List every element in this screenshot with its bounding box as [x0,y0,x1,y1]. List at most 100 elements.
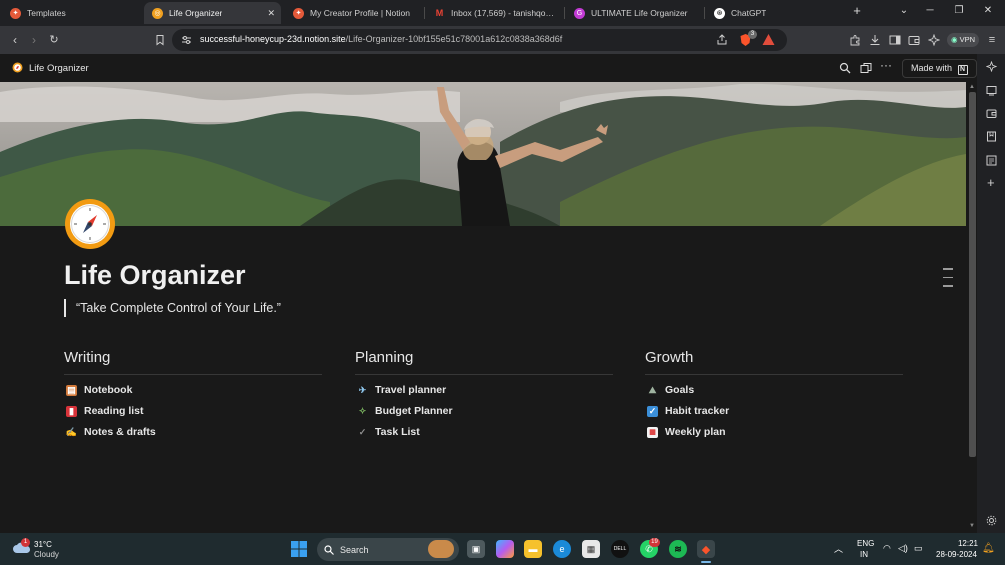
page-quote: “Take Complete Control of Your Life.” [76,301,281,315]
notification-bell-icon[interactable]: 🔔︎ [982,543,995,554]
page-cover-image [0,82,966,226]
made-with-label: Made with [911,63,953,73]
link-label: Budget Planner [375,405,453,417]
airplane-icon: ✈ [358,384,367,395]
back-button[interactable]: ‹ [8,33,22,47]
close-tab-icon[interactable]: ✕ [267,8,275,19]
scrollbar-thumb[interactable] [969,92,976,457]
link-notebook[interactable]: ▤ Notebook [66,384,132,396]
guide-icon: G [574,7,585,19]
windows-start-icon[interactable] [291,541,307,557]
restore-button[interactable]: ❐ [950,5,968,16]
link-budget-planner[interactable]: ✧ Budget Planner [357,405,453,417]
chatgpt-icon: ⊛ [714,7,725,19]
link-reading-list[interactable]: ▮ Reading list [66,405,144,417]
wifi-icon[interactable]: ◠ [883,543,891,554]
link-label: Weekly plan [665,426,726,438]
leo-ai-icon[interactable] [928,34,940,46]
site-settings-icon[interactable] [181,35,192,45]
tab-label: ChatGPT [731,8,767,18]
search-icon [324,545,334,555]
notion-templates-icon: ✦ [10,7,21,19]
reload-button[interactable]: ↻ [47,33,61,47]
wallet-icon[interactable] [908,34,920,46]
search-icon[interactable] [839,62,851,74]
money-icon: ✧ [358,405,367,416]
tab-ultimate-life-organizer[interactable]: G ULTIMATE Life Organizer [566,2,704,24]
scroll-down-arrow-icon[interactable]: ▼ [969,523,975,529]
gmail-icon: M [435,8,444,18]
dell-icon[interactable]: DELL [611,540,629,558]
vpn-label: VPN [959,35,976,44]
tab-creator-profile[interactable]: ✦ My Creator Profile | Notion [285,2,423,24]
link-goals[interactable]: ⛰ Goals [647,384,694,396]
spotify-icon[interactable]: ≋ [669,540,687,558]
column-heading-planning: Planning [355,349,414,366]
volume-icon[interactable]: ◁) [898,543,908,554]
brave-rewards-icon[interactable] [762,33,775,46]
vpn-button[interactable]: ◉ VPN [947,33,980,47]
breadcrumb-page-title[interactable]: Life Organizer [29,63,89,74]
tab-life-organizer[interactable]: ◎ Life Organizer ✕ [144,2,281,24]
extensions-icon[interactable] [849,34,861,46]
menu-icon[interactable]: ≡ [985,33,999,47]
download-icon[interactable] [869,34,881,46]
address-bar[interactable]: successful-honeycup-23d.notion.site/Life… [172,29,787,51]
more-options-icon[interactable]: ··· [880,58,892,72]
column-heading-writing: Writing [64,349,111,366]
tab-templates[interactable]: ✦ Templates [2,2,140,24]
tab-chatgpt[interactable]: ⊛ ChatGPT [706,2,838,24]
edge-icon[interactable]: e [553,540,571,558]
wallet-sidebar-icon[interactable] [986,108,997,119]
task-view-icon[interactable]: ▣ [467,540,485,558]
leo-sidebar-icon[interactable] [986,61,997,72]
link-task-list[interactable]: ✓ Task List [357,426,420,438]
link-label: Travel planner [375,384,447,396]
tab-search-chevron-icon[interactable]: ⌄ [895,5,913,16]
file-explorer-icon[interactable]: ▬ [524,540,542,558]
show-hidden-icons-chevron-icon[interactable]: ︿ [834,542,843,555]
minimize-button[interactable]: ─ [921,5,939,16]
brave-taskbar-icon[interactable]: ◆ [697,540,715,558]
close-window-button[interactable]: ✕ [979,5,997,16]
vpn-shield-icon: ◉ [951,35,958,44]
copilot-icon[interactable] [496,540,514,558]
duplicate-icon[interactable] [860,62,872,74]
link-notes-drafts[interactable]: ✍ Notes & drafts [66,426,156,438]
bookmark-icon[interactable] [154,34,166,46]
reading-list-icon[interactable] [986,85,997,96]
link-habit-tracker[interactable]: ✓ Habit tracker [647,405,729,417]
made-with-notion-button[interactable]: Made with N [902,59,977,78]
tab-strip: ✦ Templates ◎ Life Organizer ✕ ✦ My Crea… [0,0,1005,26]
checkbox-icon: ✓ [647,405,658,417]
bookmarks-sidebar-icon[interactable] [986,131,997,142]
clock-time[interactable]: 12:21 [956,539,978,548]
column-heading-growth: Growth [645,349,694,366]
mountain-icon: ⛰ [648,384,657,395]
link-travel-planner[interactable]: ✈ Travel planner [357,384,446,396]
compass-icon[interactable] [64,198,116,250]
sidebar-settings-gear-icon[interactable] [986,515,997,526]
new-tab-button[interactable]: + [848,3,866,18]
tab-gmail[interactable]: M Inbox (17,569) - tanishqontop@ [426,2,564,24]
scroll-up-arrow-icon[interactable]: ▲ [969,84,975,90]
link-label: Habit tracker [665,405,730,417]
calendar-icon: ▦ [647,426,658,438]
language-region: IN [860,550,868,559]
browser-toolbar: ‹ › ↻ successful-honeycup-23d.notion.sit… [0,26,1005,54]
search-highlight-image-icon [428,540,454,558]
battery-icon[interactable]: ▭ [914,543,923,554]
tab-divider [564,7,565,19]
forward-button[interactable]: › [27,33,41,47]
url-text: successful-honeycup-23d.notion.site/Life… [200,34,562,44]
language-indicator[interactable]: ENG [857,539,874,548]
add-sidebar-item-icon[interactable]: + [987,175,995,190]
active-app-indicator [701,561,711,563]
link-weekly-plan[interactable]: ▦ Weekly plan [647,426,726,438]
share-icon[interactable] [716,34,728,46]
microsoft-store-icon[interactable]: ▦ [582,540,600,558]
table-of-contents-icon[interactable] [943,268,953,294]
sidebar-toggle-icon[interactable] [889,34,901,46]
clock-date[interactable]: 28-09-2024 [936,550,977,559]
history-sidebar-icon[interactable] [986,155,997,166]
